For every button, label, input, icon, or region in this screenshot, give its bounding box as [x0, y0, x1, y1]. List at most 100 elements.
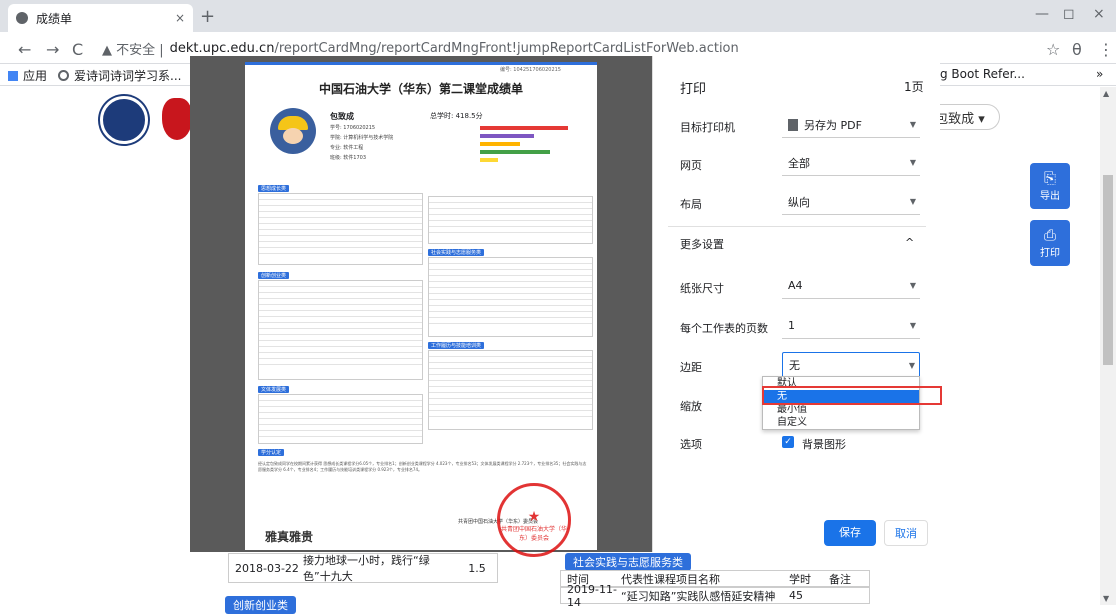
- chevron-down-icon: ▼: [909, 158, 916, 167]
- section-header-innovation: 创新创业类: [225, 596, 296, 614]
- pages-per-sheet-select[interactable]: 1 ▼: [782, 313, 920, 339]
- destination-select[interactable]: 另存为 PDF ▼: [782, 112, 920, 138]
- destination-label: 目标打印机: [680, 121, 735, 134]
- more-settings-toggle[interactable]: 更多设置: [680, 236, 724, 252]
- background-graphics-checkbox[interactable]: ✓: [782, 436, 794, 448]
- back-button[interactable]: ←: [18, 40, 31, 59]
- bookmark-apps-label: 应用: [23, 69, 48, 83]
- browser-menu-icon[interactable]: ⋮: [1098, 40, 1114, 59]
- highlight-annotation: [762, 386, 942, 405]
- chevron-down-icon: ▼: [908, 360, 915, 370]
- student-college: 学院: 计算机科学与技术学院: [330, 135, 394, 141]
- student-name: 包致成: [330, 112, 354, 121]
- margin-option-custom[interactable]: 自定义: [763, 416, 919, 429]
- globe-icon: [58, 70, 69, 81]
- scrollbar-thumb[interactable]: [1103, 175, 1113, 365]
- bookmark-item-label: 爱诗词诗词学习系...: [74, 69, 182, 83]
- chevron-down-icon: ▼: [909, 197, 916, 206]
- report-summary: 经认定包致成同学在校期间累计获得 思想成长类课程学分6.05个，专业排名1；创新…: [258, 461, 587, 472]
- pdf-file-icon: [788, 118, 798, 131]
- page-table-right: 时间 代表性课程项目名称 学时 备注 2019-11-14 “延习知路”实践队感…: [560, 570, 870, 609]
- tab-close-icon[interactable]: ×: [175, 11, 185, 25]
- cell-name: 接力地球一小时，践行“绿色”十九大: [303, 554, 430, 583]
- col-name: 代表性课程项目名称: [621, 572, 720, 586]
- forward-button[interactable]: →: [46, 40, 59, 59]
- student-major: 专业: 软件工程: [330, 145, 364, 151]
- apps-grid-icon: [8, 70, 18, 81]
- scale-label: 缩放: [680, 400, 702, 413]
- pages-select[interactable]: 全部 ▼: [782, 150, 920, 176]
- reload-button[interactable]: C: [72, 40, 83, 59]
- paper-size-select[interactable]: A4 ▼: [782, 273, 920, 299]
- cell-hours: 45: [789, 589, 803, 602]
- close-window-button[interactable]: ×: [1093, 6, 1105, 22]
- hours-bar: [480, 158, 498, 162]
- paper-size-value: A4: [788, 279, 803, 292]
- col-note: 备注: [829, 572, 851, 586]
- table-row: 2019-11-14 “延习知路”实践队感悟延安精神 45: [560, 583, 870, 609]
- seal-text: 共青团中国石油大学（华东）委员会: [500, 526, 567, 542]
- hours-bar: [480, 142, 520, 146]
- student-avatar: [270, 108, 316, 154]
- mini-table: [428, 350, 593, 430]
- background-graphics-label[interactable]: 背景图形: [802, 436, 846, 452]
- minimize-button[interactable]: —: [1035, 6, 1049, 22]
- report-serial: 编号: 104251706020215: [500, 67, 561, 73]
- browser-tab[interactable]: 成绩单 ×: [8, 4, 193, 32]
- export-label: 导出: [1040, 191, 1060, 202]
- pages-value: 全部: [788, 156, 810, 170]
- seal-star-icon: ★: [527, 509, 541, 525]
- student-id: 学号: 1706020215: [330, 125, 376, 131]
- new-tab-button[interactable]: +: [200, 6, 215, 27]
- maximize-button[interactable]: ◻: [1063, 6, 1075, 22]
- mini-table: [258, 193, 423, 265]
- mini-table: [428, 196, 593, 244]
- chevron-down-icon: ▼: [909, 281, 916, 290]
- security-label[interactable]: ▲ 不安全 |: [102, 39, 164, 58]
- layout-select[interactable]: 纵向 ▼: [782, 189, 920, 215]
- layout-value: 纵向: [788, 195, 810, 209]
- cell-name: “延习知路”实践队感悟延安精神: [621, 589, 776, 603]
- official-seal: ★ 共青团中国石油大学（华东）委员会: [497, 483, 571, 557]
- university-logo: [100, 96, 148, 144]
- margins-value: 无: [789, 359, 800, 372]
- margins-select[interactable]: 无 ▼: [782, 352, 920, 378]
- margins-label: 边距: [680, 361, 702, 374]
- paper-size-label: 纸张尺寸: [680, 282, 724, 295]
- bookmarks-overflow[interactable]: »: [1096, 67, 1103, 81]
- save-button[interactable]: 保存: [824, 520, 876, 546]
- section-thought: 思想成长类: [258, 185, 290, 192]
- print-label: 打印: [1040, 248, 1060, 259]
- divider: [668, 226, 926, 227]
- cancel-button[interactable]: 取消: [884, 520, 928, 546]
- bookmark-apps[interactable]: 应用: [8, 67, 47, 84]
- tab-favicon-icon: [16, 12, 28, 24]
- col-hours: 学时: [789, 572, 811, 586]
- layout-label: 布局: [680, 198, 702, 211]
- section-social: 社会实践与志愿服务类: [428, 249, 485, 256]
- export-pdf-icon: ⎘: [1043, 169, 1056, 187]
- url-host: dekt.upc.edu.cn: [169, 40, 275, 56]
- hours-bar: [480, 134, 534, 138]
- scroll-up-icon[interactable]: ▲: [1103, 89, 1109, 98]
- student-class: 班级: 软件1703: [330, 155, 366, 161]
- account-icon[interactable]: θ: [1072, 40, 1082, 59]
- pages-per-sheet-label: 每个工作表的页数: [680, 322, 768, 335]
- mini-table: [428, 257, 593, 337]
- mini-table: [258, 394, 423, 444]
- mini-table: [258, 280, 423, 380]
- chevron-up-icon[interactable]: ^: [905, 236, 914, 249]
- print-button[interactable]: ⎙ 打印: [1030, 220, 1070, 266]
- league-emblem: [162, 98, 192, 140]
- options-label: 选项: [680, 438, 702, 451]
- export-button[interactable]: ⎘ 导出: [1030, 163, 1070, 209]
- chevron-down-icon: ▼: [909, 120, 916, 129]
- bookmark-star-icon[interactable]: ☆: [1046, 40, 1060, 59]
- bookmark-item[interactable]: 爱诗词诗词学习系...: [58, 67, 181, 84]
- cell-date: 2018-03-22: [235, 561, 299, 575]
- section-work: 工作履历与技能培训类: [428, 342, 485, 349]
- bookmark-item-right[interactable]: g Boot Refer...: [940, 67, 1025, 81]
- pages-label: 网页: [680, 159, 702, 172]
- url-path: /reportCardMng/reportCardMngFront!jumpRe…: [274, 40, 739, 56]
- scroll-down-icon[interactable]: ▼: [1103, 594, 1109, 603]
